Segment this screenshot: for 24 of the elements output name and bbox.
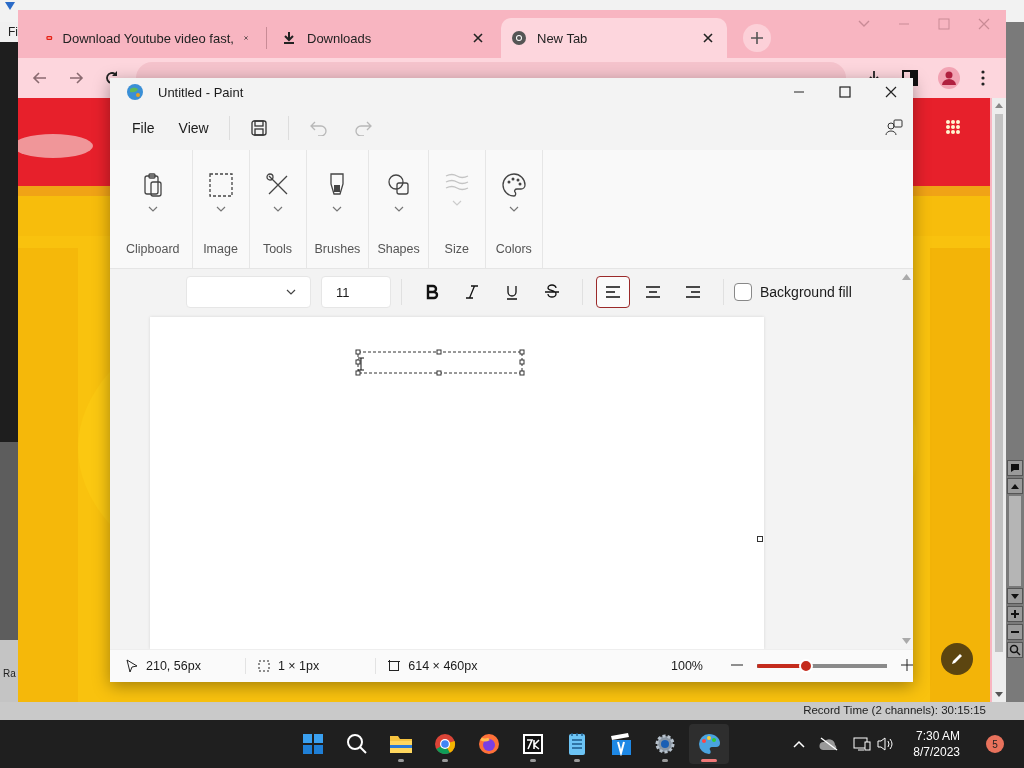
font-size-dropdown[interactable]: 11: [321, 276, 391, 308]
panel-label: Ra: [3, 668, 16, 679]
window-title: Untitled - Paint: [158, 84, 244, 100]
group-label: Colors: [495, 242, 532, 256]
group-label: Clipboard: [126, 242, 180, 256]
browser-tab[interactable]: Downloads: [271, 18, 497, 58]
background-fill-checkbox[interactable]: Background fill: [734, 283, 852, 301]
group-label: Brushes: [314, 242, 361, 256]
canvas-size: 614 × 460px: [408, 659, 478, 673]
browser-tab[interactable]: New Tab: [501, 18, 727, 58]
zoom-level: 100%: [671, 659, 704, 673]
browser-tab[interactable]: Download Youtube video fast,: [36, 18, 262, 58]
notification-badge[interactable]: 5: [986, 735, 1004, 753]
group-label: Image: [203, 242, 238, 256]
selection-size: 1 × 1px: [277, 659, 320, 673]
menu-item[interactable]: Fi: [8, 25, 18, 39]
menu-item[interactable]: View: [170, 114, 217, 142]
group-label: Shapes: [377, 242, 420, 256]
group-label: Tools: [262, 242, 293, 256]
clock[interactable]: 7:30 AM 8/7/2023: [913, 728, 960, 760]
group-label: Size: [444, 242, 469, 256]
record-time-status: Record Time (2 channels): 30:15:15: [803, 704, 986, 718]
cursor-position: 210, 56px: [146, 659, 201, 673]
menu-item[interactable]: File: [124, 114, 163, 142]
